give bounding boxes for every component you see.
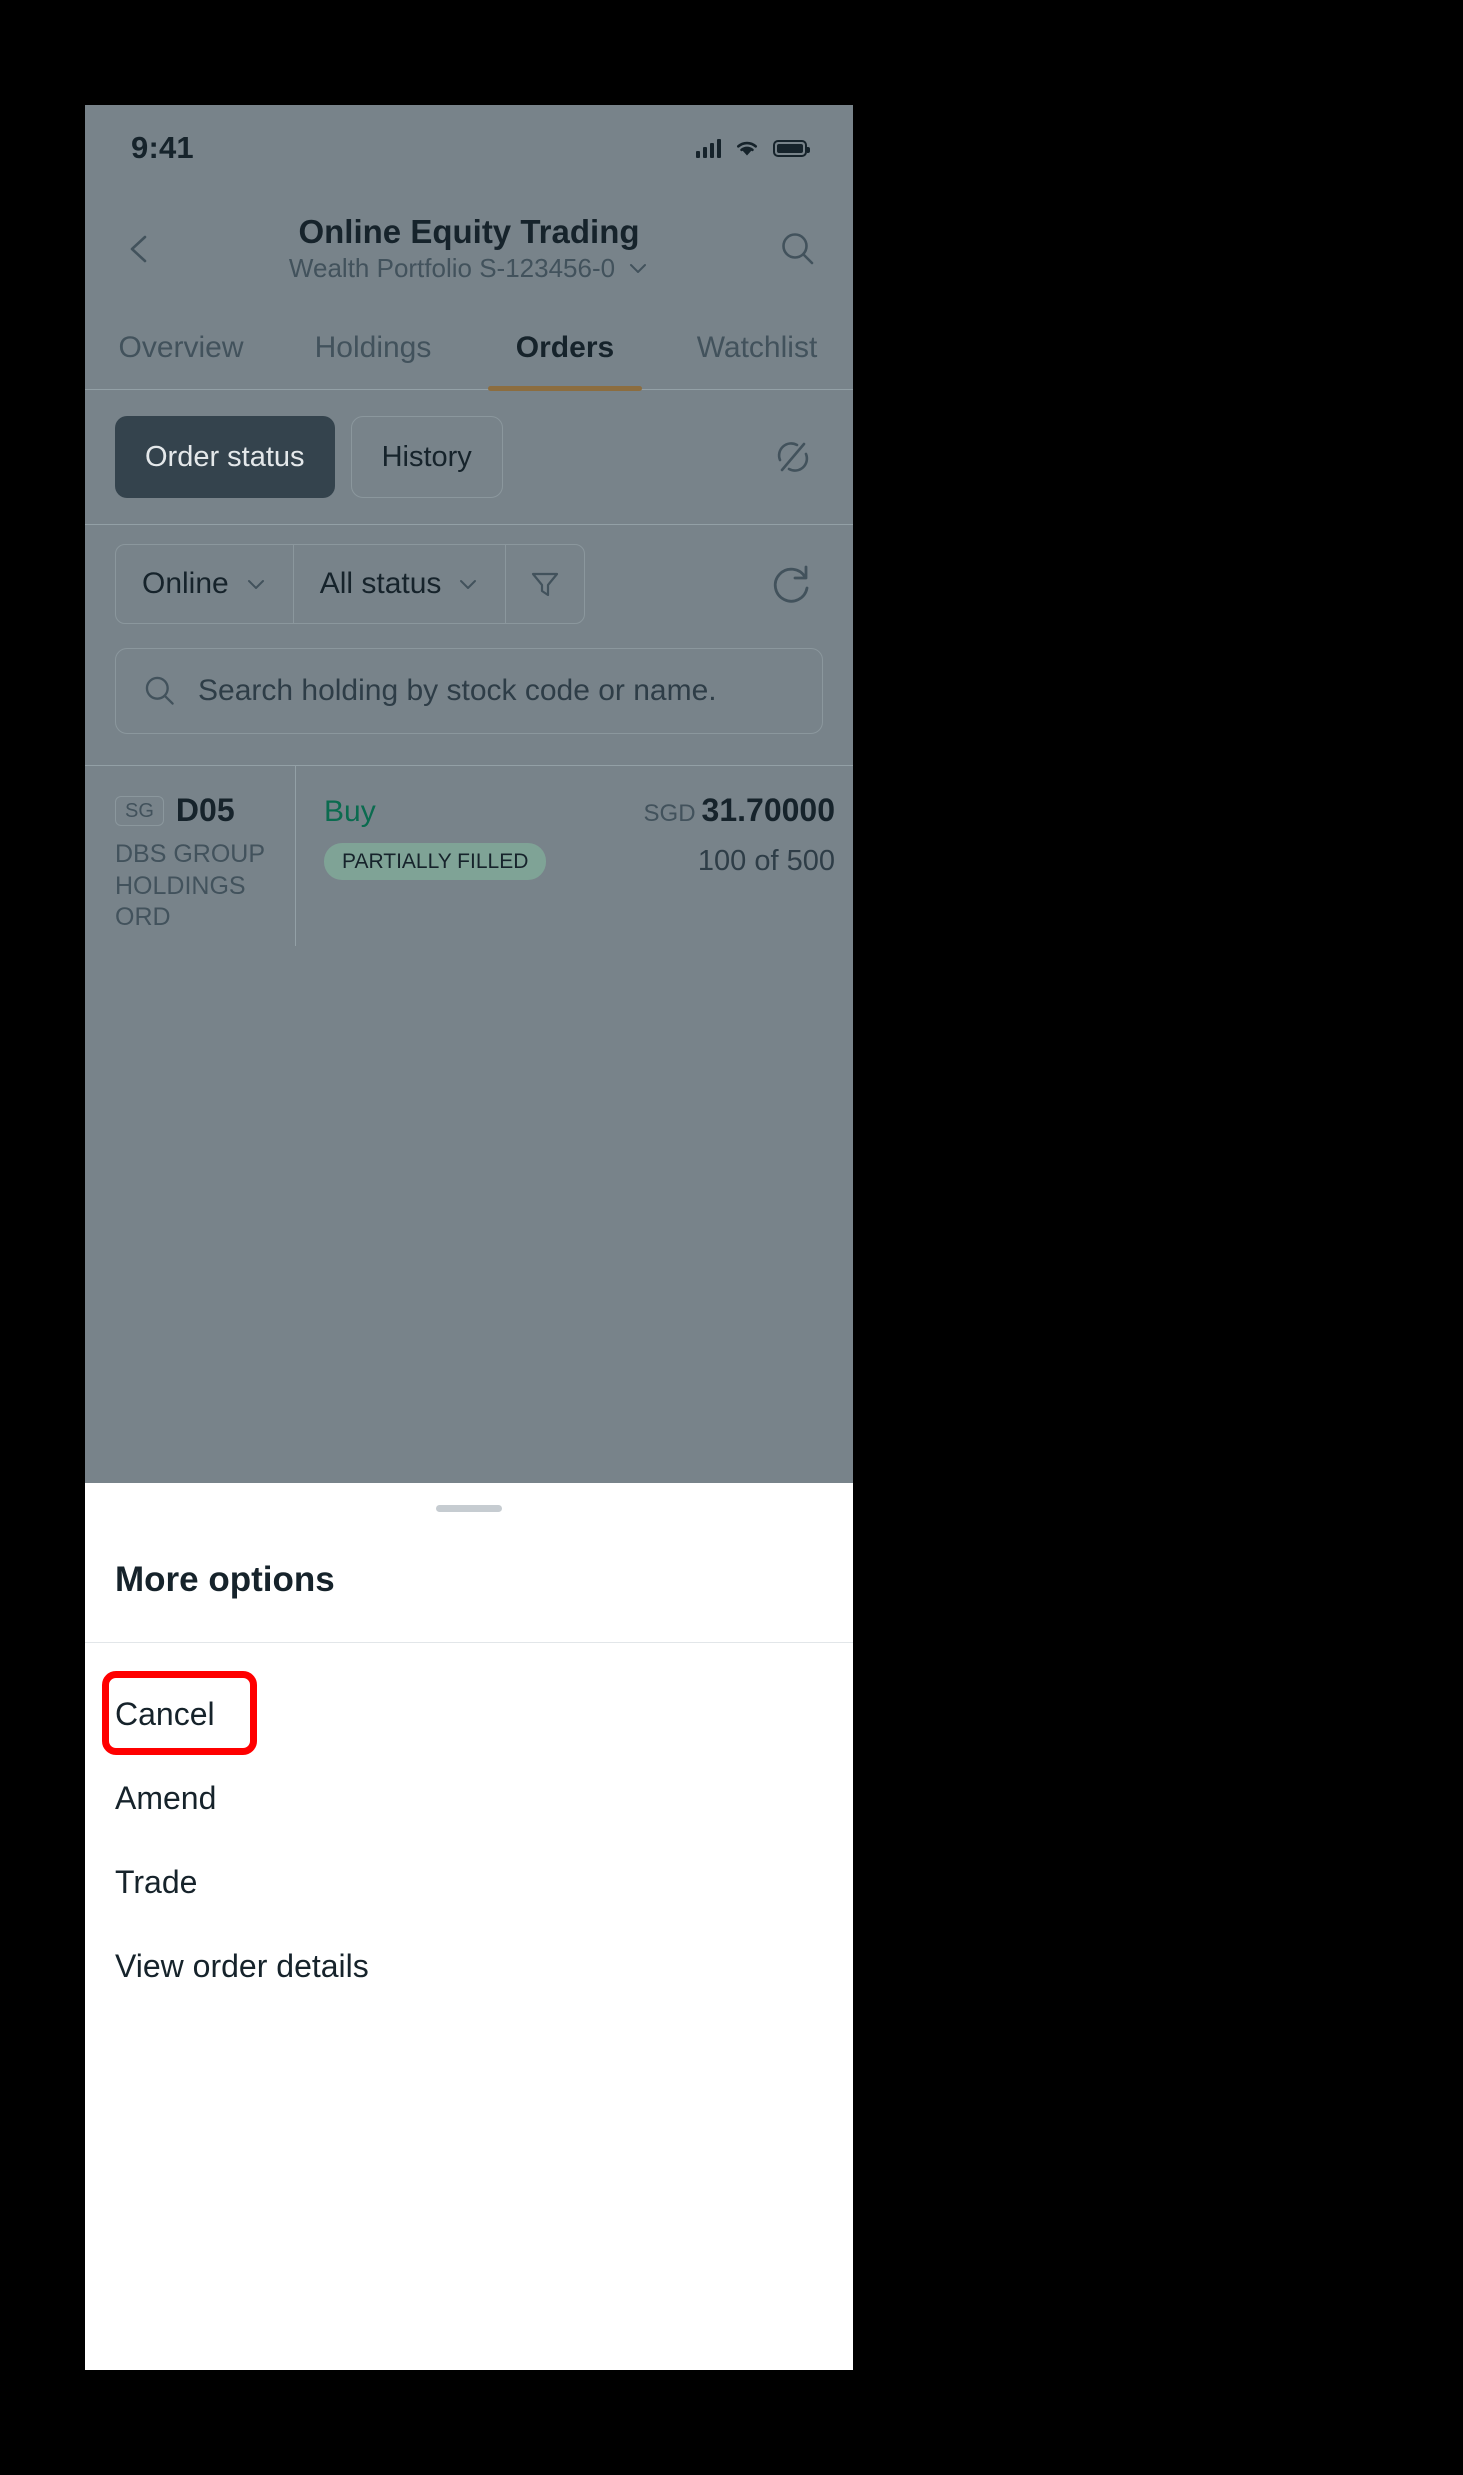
chevron-down-icon	[460, 580, 477, 589]
search-icon	[782, 233, 814, 265]
segment-order-status[interactable]: Order status	[115, 416, 335, 498]
refresh-button[interactable]	[759, 552, 823, 616]
search-placeholder: Search holding by stock code or name.	[198, 674, 717, 707]
sheet-item-label: Cancel	[115, 1695, 215, 1732]
header-search-button[interactable]	[771, 222, 825, 276]
order-row[interactable]: SG D05 DBS GROUP HOLDINGS ORD Buy SGD 31.…	[85, 765, 853, 946]
order-currency: SGD	[643, 800, 696, 827]
segment-history[interactable]: History	[350, 416, 503, 498]
app-header: Online Equity Trading Wealth Portfolio S…	[85, 191, 853, 307]
swap-shares-button[interactable]	[763, 427, 823, 487]
chevron-down-icon	[630, 264, 647, 274]
page-title: Online Equity Trading	[298, 212, 640, 250]
sheet-item-label: Trade	[115, 1863, 198, 1900]
search-icon	[145, 676, 174, 705]
tab-holdings[interactable]: Holdings	[277, 307, 469, 389]
stock-name: DBS GROUP HOLDINGS ORD	[115, 840, 265, 931]
order-details: Buy SGD 31.70000 PARTIALLY FILLED 100 of …	[296, 766, 853, 946]
order-code-line: SG D05	[115, 792, 277, 829]
tab-bar: Overview Holdings Orders Watchlist	[85, 307, 853, 390]
sheet-title: More options	[115, 1560, 335, 1599]
status-bar: 9:41	[85, 105, 853, 191]
filter-status[interactable]: All status	[294, 545, 507, 623]
search-holding-field[interactable]: Search holding by stock code or name.	[115, 648, 823, 734]
portfolio-selector[interactable]: Wealth Portfolio S-123456-0	[171, 252, 767, 286]
sheet-divider	[85, 1642, 853, 1643]
filter-group: Online All status	[115, 544, 586, 624]
order-detail-line-1: Buy SGD 31.70000	[324, 792, 835, 829]
filter-funnel-icon	[532, 572, 559, 597]
header-titles: Online Equity Trading Wealth Portfolio S…	[167, 213, 771, 286]
sheet-item-label: View order details	[115, 1947, 369, 1984]
sheet-item-amend[interactable]: Amend	[85, 1763, 853, 1833]
sheet-grab-handle[interactable]	[436, 1505, 502, 1512]
tab-watchlist[interactable]: Watchlist	[661, 307, 853, 389]
filter-row: Online All status	[85, 525, 853, 643]
refresh-icon	[773, 565, 809, 603]
status-icons	[696, 138, 810, 158]
sheet-item-trade[interactable]: Trade	[85, 1847, 853, 1917]
chevron-left-icon	[130, 235, 147, 263]
app-content-dimmed: 9:41 Online Equity Trading Wealth Portfo…	[85, 105, 853, 1483]
stock-code: D05	[175, 792, 235, 828]
filter-channel[interactable]: Online	[116, 545, 294, 623]
swap-shares-icon	[777, 442, 809, 472]
order-detail-line-2: PARTIALLY FILLED 100 of 500	[324, 843, 835, 880]
more-options-sheet: More options Cancel Amend Trade View ord…	[85, 1483, 853, 2370]
filter-channel-label: Online	[142, 567, 229, 600]
order-quantity: 100 of 500	[697, 845, 835, 877]
filter-status-label: All status	[319, 567, 442, 600]
cellular-signal-icon	[696, 138, 721, 158]
portfolio-label: Wealth Portfolio S-123456-0	[288, 252, 616, 283]
sheet-item-cancel[interactable]: Cancel	[85, 1671, 853, 1755]
filter-funnel-button[interactable]	[506, 545, 584, 623]
order-instrument: SG D05 DBS GROUP HOLDINGS ORD	[85, 766, 296, 946]
battery-icon	[773, 139, 810, 157]
order-side: Buy	[324, 795, 376, 828]
status-badge: PARTIALLY FILLED	[324, 843, 547, 880]
sheet-option-list: Cancel Amend Trade View order details	[85, 1671, 853, 2001]
order-price: SGD 31.70000	[644, 792, 835, 829]
tab-overview[interactable]: Overview	[85, 307, 277, 389]
sheet-item-label: Amend	[115, 1779, 217, 1816]
back-button[interactable]	[113, 222, 167, 276]
wifi-icon	[737, 141, 757, 156]
tab-orders[interactable]: Orders	[469, 307, 661, 389]
order-price-value: 31.70000	[701, 792, 835, 828]
chevron-down-icon	[247, 580, 264, 589]
market-badge: SG	[115, 795, 164, 826]
segmented-control-row: Order status History	[85, 390, 853, 525]
phone-screen: 9:41 Online Equity Trading Wealth Portfo…	[85, 105, 853, 2370]
status-time: 9:41	[131, 130, 194, 165]
sheet-item-view-order-details[interactable]: View order details	[85, 1931, 853, 2001]
